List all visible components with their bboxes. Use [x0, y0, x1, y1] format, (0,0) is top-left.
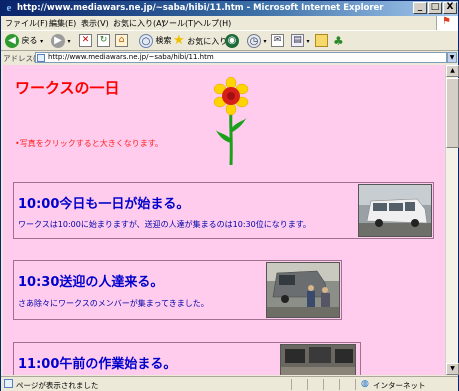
internet-globe-icon: ◍: [361, 379, 369, 389]
status-zone: インターネット: [373, 381, 426, 390]
minimize-button[interactable]: _: [413, 2, 427, 14]
status-text: ページが表示されました: [16, 381, 99, 390]
back-label: 戻る: [21, 36, 38, 45]
history-icon: ◷: [247, 33, 261, 48]
ie-logo-icon: e: [6, 2, 12, 14]
menu-file[interactable]: ファイル(F): [5, 18, 48, 29]
photo-hint-text: •写真をクリックすると大きくなります。: [15, 139, 163, 148]
work-photo[interactable]: [280, 344, 356, 375]
mail-button[interactable]: ✉: [271, 33, 284, 49]
menu-help[interactable]: ヘルプ(H): [195, 18, 231, 29]
search-icon: ○: [139, 33, 153, 48]
media-button[interactable]: ◉: [225, 33, 239, 49]
section-text: さあ除々にワークスのメンバーが集まってきました。: [18, 299, 209, 308]
windows-logo-box: ⚑: [436, 16, 458, 30]
status-cell: [307, 379, 323, 390]
refresh-icon: ↻: [97, 34, 110, 47]
scroll-thumb[interactable]: [446, 78, 459, 148]
section-text: ワークスは10:00に始まりますが、送迎の人達が集まるのは10:30位になります…: [18, 220, 311, 229]
home-icon: ⌂: [115, 34, 128, 47]
history-dropdown-icon: ▾: [263, 38, 267, 45]
status-cell: [323, 379, 339, 390]
folder-button[interactable]: [315, 33, 328, 49]
forward-dropdown-icon: ▾: [67, 38, 71, 45]
favorites-button[interactable]: ★ お気に入り: [173, 33, 227, 49]
status-bar: ページが表示されました ◍ インターネット: [1, 376, 458, 391]
search-button[interactable]: ○ 検索: [139, 33, 172, 49]
section-title: 10:00今日も一日が始まる。: [18, 197, 190, 212]
menu-favorites[interactable]: お気に入り(A): [113, 18, 165, 29]
history-button[interactable]: ◷ ▾: [247, 33, 267, 49]
messenger-button[interactable]: ♣: [333, 33, 344, 49]
menu-tools[interactable]: ツール(T): [161, 18, 196, 29]
media-icon: ◉: [225, 33, 239, 48]
folder-icon: [315, 34, 328, 47]
menu-view[interactable]: 表示(V): [81, 18, 109, 29]
scroll-down-arrow-icon[interactable]: ▼: [446, 363, 459, 375]
van-image: [359, 185, 431, 236]
page-content: ワークスの一日 •写真をクリックすると大きくなります。 10:00今日も一日が始…: [3, 65, 445, 375]
mail-icon: ✉: [271, 34, 284, 47]
page-title: ワークスの一日: [15, 79, 120, 97]
close-button[interactable]: X: [443, 2, 457, 14]
print-dropdown-icon: ▾: [306, 38, 310, 45]
status-cell: [339, 379, 355, 390]
address-url: http://www.mediawars.ne.jp/~saba/hibi/11…: [48, 53, 214, 61]
messenger-icon: ♣: [333, 34, 344, 48]
section-title: 11:00午前の作業始まる。: [18, 357, 177, 372]
home-button[interactable]: ⌂: [115, 33, 128, 49]
members-photo[interactable]: [266, 262, 340, 318]
toolbar: ◀ 戻る ▾ ▶ ▾ ✕ ↻ ⌂ ○ 検索 ★ お気に入り ◉ ◷ ▾ ✉ ▤ …: [1, 30, 458, 51]
forward-button[interactable]: ▶ ▾: [51, 33, 71, 49]
browser-window: e http://www.mediawars.ne.jp/~saba/hibi/…: [0, 0, 459, 391]
work-image: [281, 345, 355, 375]
favorites-label: お気に入り: [187, 37, 228, 46]
status-page-icon: [4, 379, 13, 388]
back-dropdown-icon: ▾: [40, 38, 44, 45]
forward-arrow-icon: ▶: [51, 33, 65, 48]
stop-icon: ✕: [79, 34, 92, 47]
print-icon: ▤: [291, 34, 304, 47]
stop-button[interactable]: ✕: [79, 33, 92, 49]
van-photo[interactable]: [358, 184, 432, 237]
section-1030: 10:30送迎の人達来る。 さあ除々にワークスのメンバーが集まってきました。: [13, 260, 342, 320]
address-dropdown-button[interactable]: ▼: [447, 52, 457, 63]
page-icon: [37, 54, 45, 62]
address-input[interactable]: http://www.mediawars.ne.jp/~saba/hibi/11…: [35, 52, 447, 63]
address-bar: アドレス(D) http://www.mediawars.ne.jp/~saba…: [1, 51, 458, 64]
maximize-button[interactable]: □: [428, 2, 442, 14]
title-bar: e http://www.mediawars.ne.jp/~saba/hibi/…: [1, 1, 458, 16]
section-1000: 10:00今日も一日が始まる。 ワークスは10:00に始まりますが、送迎の人達が…: [13, 182, 434, 239]
vertical-scrollbar[interactable]: ▲ ▼: [445, 65, 459, 375]
back-arrow-icon: ◀: [5, 33, 19, 48]
favorites-star-icon: ★: [173, 33, 185, 48]
menu-bar: ファイル(F) 編集(E) 表示(V) お気に入り(A) ツール(T) ヘルプ(…: [1, 16, 458, 30]
windows-flag-icon: ⚑: [442, 16, 451, 27]
members-image: [267, 263, 339, 317]
section-1100: 11:00午前の作業始まる。: [13, 342, 361, 375]
print-button[interactable]: ▤ ▾: [291, 33, 310, 49]
search-label: 検索: [155, 36, 172, 45]
scroll-up-arrow-icon[interactable]: ▲: [446, 65, 459, 77]
refresh-button[interactable]: ↻: [97, 33, 110, 49]
window-title: http://www.mediawars.ne.jp/~saba/hibi/11…: [17, 3, 384, 13]
sunflower-drawing: [213, 77, 249, 166]
status-cell: [291, 379, 307, 390]
section-title: 10:30送迎の人達来る。: [18, 275, 164, 290]
menu-edit[interactable]: 編集(E): [49, 18, 76, 29]
back-button[interactable]: ◀ 戻る ▾: [5, 33, 43, 49]
